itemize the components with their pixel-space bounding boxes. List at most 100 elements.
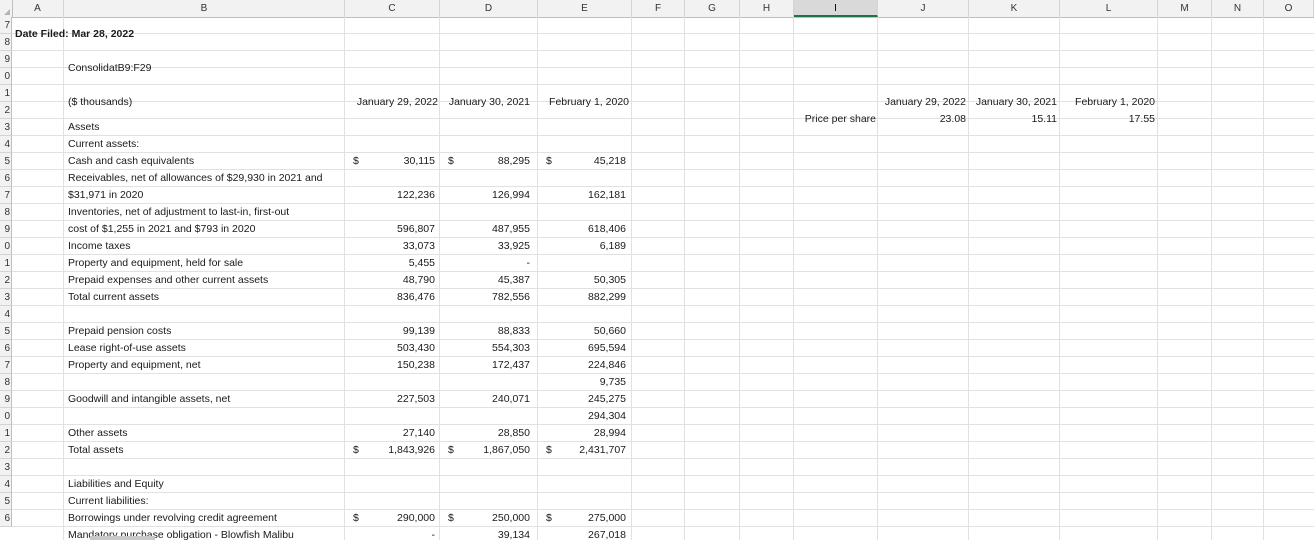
row-header[interactable]: 0 — [0, 238, 12, 255]
row-header[interactable]: 8 — [0, 34, 12, 51]
value-cell-e[interactable] — [538, 306, 632, 323]
row-label-cell[interactable]: Cash and cash equivalents — [68, 153, 194, 170]
column-header-e[interactable]: E — [538, 0, 632, 17]
row-label-cell[interactable]: $31,971 in 2020 — [68, 187, 143, 204]
price-value-cell[interactable]: 17.55 — [1060, 111, 1158, 128]
spreadsheet[interactable]: ABCDEFGHIJKLMNO 789012345678901234567890… — [0, 0, 1314, 540]
column-header-h[interactable]: H — [740, 0, 794, 17]
row-label-cell[interactable]: Assets — [68, 119, 100, 136]
value-cell-e[interactable] — [538, 459, 632, 476]
value-cell-c[interactable] — [345, 459, 440, 476]
row-header[interactable]: 6 — [0, 170, 12, 187]
price-value-cell[interactable]: 23.08 — [878, 111, 969, 128]
value-cell-e[interactable]: 162,181 — [538, 187, 632, 204]
value-cell-d[interactable] — [440, 306, 538, 323]
row-label-cell[interactable]: Other assets — [68, 425, 128, 442]
row-header[interactable]: 0 — [0, 408, 12, 425]
row-header[interactable]: 3 — [0, 119, 12, 136]
value-cell-d[interactable] — [440, 136, 538, 153]
value-cell-d[interactable] — [440, 408, 538, 425]
row-header[interactable]: 5 — [0, 493, 12, 510]
row-header[interactable]: 7 — [0, 187, 12, 204]
price-label-cell[interactable]: Price per share — [794, 111, 878, 128]
row-label-cell[interactable]: Lease right-of-use assets — [68, 340, 186, 357]
value-cell-c[interactable]: 99,139 — [345, 323, 440, 340]
value-cell-d[interactable]: 39,134 — [440, 527, 538, 540]
column-header-m[interactable]: M — [1158, 0, 1212, 17]
col-d-header-cell[interactable]: January 30, 2021 — [440, 94, 538, 111]
value-cell-d[interactable]: 240,071 — [440, 391, 538, 408]
value-cell-e[interactable] — [538, 170, 632, 187]
row-label-cell[interactable]: Total current assets — [68, 289, 159, 306]
value-cell-c[interactable]: - — [345, 527, 440, 540]
row-header[interactable]: 1 — [0, 425, 12, 442]
value-cell-c[interactable]: 27,140 — [345, 425, 440, 442]
value-cell-e[interactable] — [538, 476, 632, 493]
column-header-n[interactable]: N — [1212, 0, 1264, 17]
price-header-cell[interactable]: January 30, 2021 — [969, 94, 1060, 111]
value-cell-d[interactable]: 88,833 — [440, 323, 538, 340]
value-cell-e[interactable]: 245,275 — [538, 391, 632, 408]
column-header-k[interactable]: K — [969, 0, 1060, 17]
row-label-cell[interactable]: Liabilities and Equity — [68, 476, 164, 493]
row-header[interactable]: 3 — [0, 459, 12, 476]
row-header[interactable]: 5 — [0, 153, 12, 170]
row-label-cell[interactable]: Total assets — [68, 442, 123, 459]
row-label-cell[interactable]: Property and equipment, net — [68, 357, 201, 374]
value-cell-d[interactable] — [440, 204, 538, 221]
value-cell-e[interactable] — [538, 119, 632, 136]
column-header-j[interactable]: J — [878, 0, 969, 17]
col-e-header-cell[interactable]: February 1, 2020 — [538, 94, 632, 111]
row-header[interactable]: 8 — [0, 374, 12, 391]
row-label-cell[interactable]: cost of $1,255 in 2021 and $793 in 2020 — [68, 221, 255, 238]
row-header[interactable]: 1 — [0, 85, 12, 102]
row-header[interactable]: 0 — [0, 68, 12, 85]
row-header[interactable]: 4 — [0, 476, 12, 493]
value-cell-e[interactable] — [538, 493, 632, 510]
value-cell-e[interactable]: 275,000 — [538, 510, 632, 527]
value-cell-d[interactable]: 1,867,050 — [440, 442, 538, 459]
value-cell-d[interactable]: - — [440, 255, 538, 272]
column-header-c[interactable]: C — [345, 0, 440, 17]
row-label-cell[interactable]: Receivables, net of allowances of $29,93… — [68, 170, 323, 187]
value-cell-e[interactable] — [538, 204, 632, 221]
row-header[interactable]: 2 — [0, 272, 12, 289]
row-header[interactable]: 9 — [0, 51, 12, 68]
row-header[interactable]: 5 — [0, 323, 12, 340]
row-header[interactable]: 3 — [0, 289, 12, 306]
column-header-l[interactable]: L — [1060, 0, 1158, 17]
value-cell-c[interactable] — [345, 306, 440, 323]
value-cell-d[interactable] — [440, 119, 538, 136]
units-header-cell[interactable]: ($ thousands) — [68, 94, 132, 111]
value-cell-c[interactable] — [345, 204, 440, 221]
row-header[interactable]: 4 — [0, 136, 12, 153]
value-cell-d[interactable] — [440, 459, 538, 476]
value-cell-e[interactable]: 50,305 — [538, 272, 632, 289]
value-cell-d[interactable] — [440, 493, 538, 510]
date-filed-cell[interactable]: Date Filed: Mar 28, 2022 — [15, 26, 134, 43]
row-header[interactable]: 4 — [0, 306, 12, 323]
row-header[interactable]: 7 — [0, 17, 12, 34]
column-header-g[interactable]: G — [685, 0, 740, 17]
value-cell-c[interactable]: 122,236 — [345, 187, 440, 204]
row-header[interactable]: 6 — [0, 510, 12, 527]
value-cell-c[interactable]: 30,115 — [345, 153, 440, 170]
value-cell-d[interactable]: 782,556 — [440, 289, 538, 306]
value-cell-c[interactable] — [345, 476, 440, 493]
value-cell-e[interactable]: 695,594 — [538, 340, 632, 357]
column-header-b[interactable]: B — [64, 0, 345, 17]
value-cell-c[interactable]: 503,430 — [345, 340, 440, 357]
column-header-f[interactable]: F — [632, 0, 685, 17]
range-ref-cell[interactable]: ConsolidatB9:F29 — [68, 60, 151, 77]
value-cell-c[interactable]: 290,000 — [345, 510, 440, 527]
row-label-cell[interactable]: Borrowings under revolving credit agreem… — [68, 510, 277, 527]
value-cell-c[interactable]: 596,807 — [345, 221, 440, 238]
row-label-cell[interactable]: Current assets: — [68, 136, 139, 153]
value-cell-c[interactable] — [345, 170, 440, 187]
price-value-cell[interactable]: 15.11 — [969, 111, 1060, 128]
row-header[interactable]: 1 — [0, 255, 12, 272]
value-cell-e[interactable]: 618,406 — [538, 221, 632, 238]
row-header[interactable]: 2 — [0, 102, 12, 119]
value-cell-d[interactable]: 554,303 — [440, 340, 538, 357]
value-cell-d[interactable]: 88,295 — [440, 153, 538, 170]
